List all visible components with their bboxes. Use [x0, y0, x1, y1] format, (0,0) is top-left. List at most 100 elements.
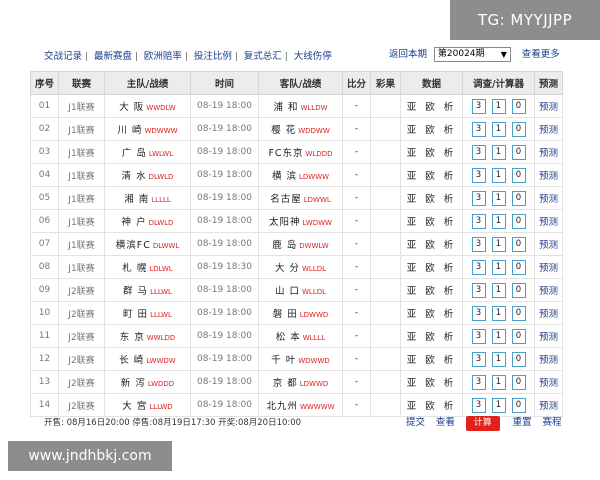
data-analysis-link[interactable]: 亚 欧 析 [407, 125, 457, 136]
home-team[interactable]: 札 幌 [122, 263, 147, 274]
period-label[interactable]: 返回本期 [389, 49, 427, 60]
home-team[interactable]: 湘 南 [124, 194, 149, 205]
link-multi-summary[interactable]: 复式总汇 [244, 51, 282, 62]
data-analysis-link[interactable]: 亚 欧 析 [407, 240, 457, 251]
pick-0-box[interactable]: 0 [511, 121, 526, 137]
data-analysis-link[interactable]: 亚 欧 析 [407, 171, 457, 182]
data-analysis-link[interactable]: 亚 欧 析 [407, 332, 457, 343]
home-team[interactable]: 长 崎 [119, 355, 144, 366]
predict-link[interactable]: 预测 [539, 217, 558, 228]
pick-3-box[interactable]: 3 [471, 213, 486, 229]
pick-3-box[interactable]: 3 [471, 351, 486, 367]
pick-0-box[interactable]: 0 [511, 236, 526, 252]
predict-link[interactable]: 预测 [539, 148, 558, 159]
away-team[interactable]: 山 口 [275, 286, 300, 297]
home-team[interactable]: 横滨FC [116, 240, 151, 251]
data-analysis-link[interactable]: 亚 欧 析 [407, 148, 457, 159]
pick-3-box[interactable]: 3 [471, 190, 486, 206]
home-team[interactable]: 东 京 [120, 332, 145, 343]
pick-0-box[interactable]: 0 [511, 259, 526, 275]
pick-0-box[interactable]: 0 [511, 282, 526, 298]
pick-0-box[interactable]: 0 [511, 351, 526, 367]
pick-1-box[interactable]: 1 [491, 121, 506, 137]
pick-1-box[interactable]: 1 [491, 328, 506, 344]
predict-link[interactable]: 预测 [539, 355, 558, 366]
pick-3-box[interactable]: 3 [471, 259, 486, 275]
period-select[interactable]: 第20024期 ▼ [433, 47, 511, 62]
link-euro-odds[interactable]: 欧洲赔率 [144, 51, 182, 62]
pick-3-box[interactable]: 3 [471, 282, 486, 298]
calculate-button[interactable]: 计算 [465, 416, 500, 431]
data-analysis-link[interactable]: 亚 欧 析 [407, 217, 457, 228]
away-team[interactable]: 京 都 [273, 378, 298, 389]
pick-3-box[interactable]: 3 [471, 167, 486, 183]
home-team[interactable]: 神 户 [122, 217, 147, 228]
home-team[interactable]: 町 田 [123, 309, 148, 320]
pick-1-box[interactable]: 1 [491, 190, 506, 206]
pick-0-box[interactable]: 0 [511, 190, 526, 206]
predict-link[interactable]: 预测 [539, 309, 558, 320]
pick-0-box[interactable]: 0 [511, 374, 526, 390]
predict-link[interactable]: 预测 [539, 125, 558, 136]
pick-1-box[interactable]: 1 [491, 374, 506, 390]
pick-1-box[interactable]: 1 [491, 259, 506, 275]
data-analysis-link[interactable]: 亚 欧 析 [407, 194, 457, 205]
link-bet-ratio[interactable]: 投注比例 [194, 51, 232, 62]
view-button[interactable]: 查看 [436, 417, 455, 428]
view-more-link[interactable]: 查看更多 [522, 49, 560, 60]
pick-0-box[interactable]: 0 [511, 213, 526, 229]
predict-link[interactable]: 预测 [539, 194, 558, 205]
predict-link[interactable]: 预测 [539, 102, 558, 113]
away-team[interactable]: 横 滨 [272, 171, 297, 182]
pick-0-box[interactable]: 0 [511, 144, 526, 160]
pick-1-box[interactable]: 1 [491, 144, 506, 160]
pick-1-box[interactable]: 1 [491, 213, 506, 229]
pick-3-box[interactable]: 3 [471, 144, 486, 160]
away-team[interactable]: 浦 和 [273, 102, 298, 113]
predict-link[interactable]: 预测 [539, 378, 558, 389]
pick-1-box[interactable]: 1 [491, 351, 506, 367]
pick-0-box[interactable]: 0 [511, 305, 526, 321]
schedule-button[interactable]: 赛程 [543, 417, 562, 428]
data-analysis-link[interactable]: 亚 欧 析 [407, 286, 457, 297]
data-analysis-link[interactable]: 亚 欧 析 [407, 355, 457, 366]
home-team[interactable]: 群 马 [123, 286, 148, 297]
data-analysis-link[interactable]: 亚 欧 析 [407, 102, 457, 113]
link-match-records[interactable]: 交战记录 [44, 51, 82, 62]
away-team[interactable]: 大 分 [275, 263, 300, 274]
pick-3-box[interactable]: 3 [471, 98, 486, 114]
home-team[interactable]: 新 泻 [121, 378, 146, 389]
data-analysis-link[interactable]: 亚 欧 析 [407, 263, 457, 274]
data-analysis-link[interactable]: 亚 欧 析 [407, 401, 457, 412]
home-team[interactable]: 广 岛 [122, 148, 147, 159]
away-team[interactable]: FC东京 [268, 148, 303, 159]
away-team[interactable]: 太阳神 [269, 217, 301, 228]
predict-link[interactable]: 预测 [539, 171, 558, 182]
home-team[interactable]: 大 阪 [119, 102, 144, 113]
away-team[interactable]: 松 本 [276, 332, 301, 343]
pick-3-box[interactable]: 3 [471, 397, 486, 413]
pick-1-box[interactable]: 1 [491, 167, 506, 183]
pick-1-box[interactable]: 1 [491, 236, 506, 252]
pick-3-box[interactable]: 3 [471, 121, 486, 137]
reset-button[interactable]: 重置 [513, 417, 532, 428]
pick-1-box[interactable]: 1 [491, 305, 506, 321]
pick-3-box[interactable]: 3 [471, 374, 486, 390]
pick-0-box[interactable]: 0 [511, 328, 526, 344]
pick-0-box[interactable]: 0 [511, 397, 526, 413]
pick-0-box[interactable]: 0 [511, 167, 526, 183]
home-team[interactable]: 大 宫 [122, 401, 147, 412]
link-latest-odds[interactable]: 最新赛盘 [94, 51, 132, 62]
away-team[interactable]: 名古屋 [270, 194, 302, 205]
pick-1-box[interactable]: 1 [491, 98, 506, 114]
away-team[interactable]: 磐 田 [273, 309, 298, 320]
data-analysis-link[interactable]: 亚 欧 析 [407, 378, 457, 389]
home-team[interactable]: 清 水 [122, 171, 147, 182]
pick-0-box[interactable]: 0 [511, 98, 526, 114]
pick-3-box[interactable]: 3 [471, 305, 486, 321]
pick-1-box[interactable]: 1 [491, 397, 506, 413]
predict-link[interactable]: 预测 [539, 286, 558, 297]
data-analysis-link[interactable]: 亚 欧 析 [407, 309, 457, 320]
away-team[interactable]: 樱 花 [271, 125, 296, 136]
away-team[interactable]: 北九州 [266, 401, 298, 412]
